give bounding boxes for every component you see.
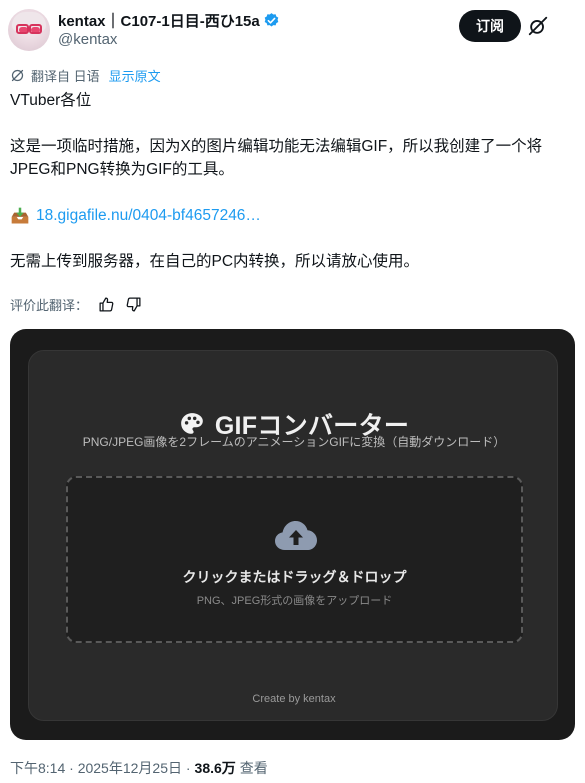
tweet-link-line: 18.gigafile.nu/0404-bf4657246… <box>10 204 576 227</box>
thumbs-up-icon[interactable] <box>98 296 115 313</box>
converter-subtitle: PNG/JPEG画像を2フレームのアニメーションGIFに変換（自動ダウンロード） <box>82 435 506 449</box>
cloud-upload-icon <box>275 521 317 550</box>
author-name-row[interactable]: kentax｜C107-1日目-西ひ15a <box>58 10 280 30</box>
avatar[interactable] <box>8 9 50 51</box>
dropzone-formats: PNG、JPEG形式の画像をアップロード <box>196 595 393 607</box>
verified-badge-icon <box>264 12 279 27</box>
tweet-line-reassurance: 无需上传到服务器，在自己的PC内转换，所以请放心使用。 <box>10 253 420 270</box>
gigafile-link[interactable]: 18.gigafile.nu/0404-bf4657246… <box>36 204 261 227</box>
tweet-header: kentax｜C107-1日目-西ひ15a @kentax 订阅 <box>0 0 585 60</box>
views-label: 查看 <box>239 760 268 776</box>
translation-notice: 翻译自 日语 显示原文 <box>10 66 161 84</box>
author-handle[interactable]: @kentax <box>58 31 117 48</box>
converter-credit: Create by kentax <box>252 693 336 705</box>
grok-icon[interactable] <box>527 15 549 37</box>
rate-translation: 评价此翻译： <box>10 294 142 314</box>
tweet-line-description: 这是一项临时措施，因为X的图片编辑功能无法编辑GIF，所以我创建了一个将JPEG… <box>10 138 543 178</box>
show-original-link[interactable]: 显示原文 <box>109 66 161 85</box>
translated-from-label: 翻译自 日语 <box>31 68 100 84</box>
author-display-name[interactable]: kentax｜C107-1日目-西ひ15a <box>58 10 260 31</box>
views-count: 38.6万 <box>194 760 236 776</box>
tweet-meta: 下午8:14 · 2025年12月25日 · 38.6万 查看 <box>10 758 268 778</box>
tweet-media-image[interactable]: GIFコンバーター PNG/JPEG画像を2フレームのアニメーションGIFに変換… <box>10 329 575 740</box>
gif-converter-card: GIFコンバーター PNG/JPEG画像を2フレームのアニメーションGIFに変換… <box>28 350 558 721</box>
dropzone-instruction: クリックまたはドラッグ＆ドロップ <box>182 569 407 585</box>
tweet-text: VTuber各位 这是一项临时措施，因为X的图片编辑功能无法编辑GIF，所以我创… <box>10 89 576 273</box>
subscribe-button[interactable]: 订阅 <box>459 10 521 42</box>
rate-translation-label: 评价此翻译： <box>10 297 89 313</box>
tweet-timestamp[interactable]: 下午8:14 · 2025年12月25日 · <box>10 758 191 778</box>
inbox-tray-icon <box>11 207 29 223</box>
upload-dropzone: クリックまたはドラッグ＆ドロップ PNG、JPEG形式の画像をアップロード <box>66 476 523 643</box>
translate-icon <box>11 69 24 81</box>
tweet-line-greeting: VTuber各位 <box>10 92 92 109</box>
thumbs-down-icon[interactable] <box>125 296 142 313</box>
